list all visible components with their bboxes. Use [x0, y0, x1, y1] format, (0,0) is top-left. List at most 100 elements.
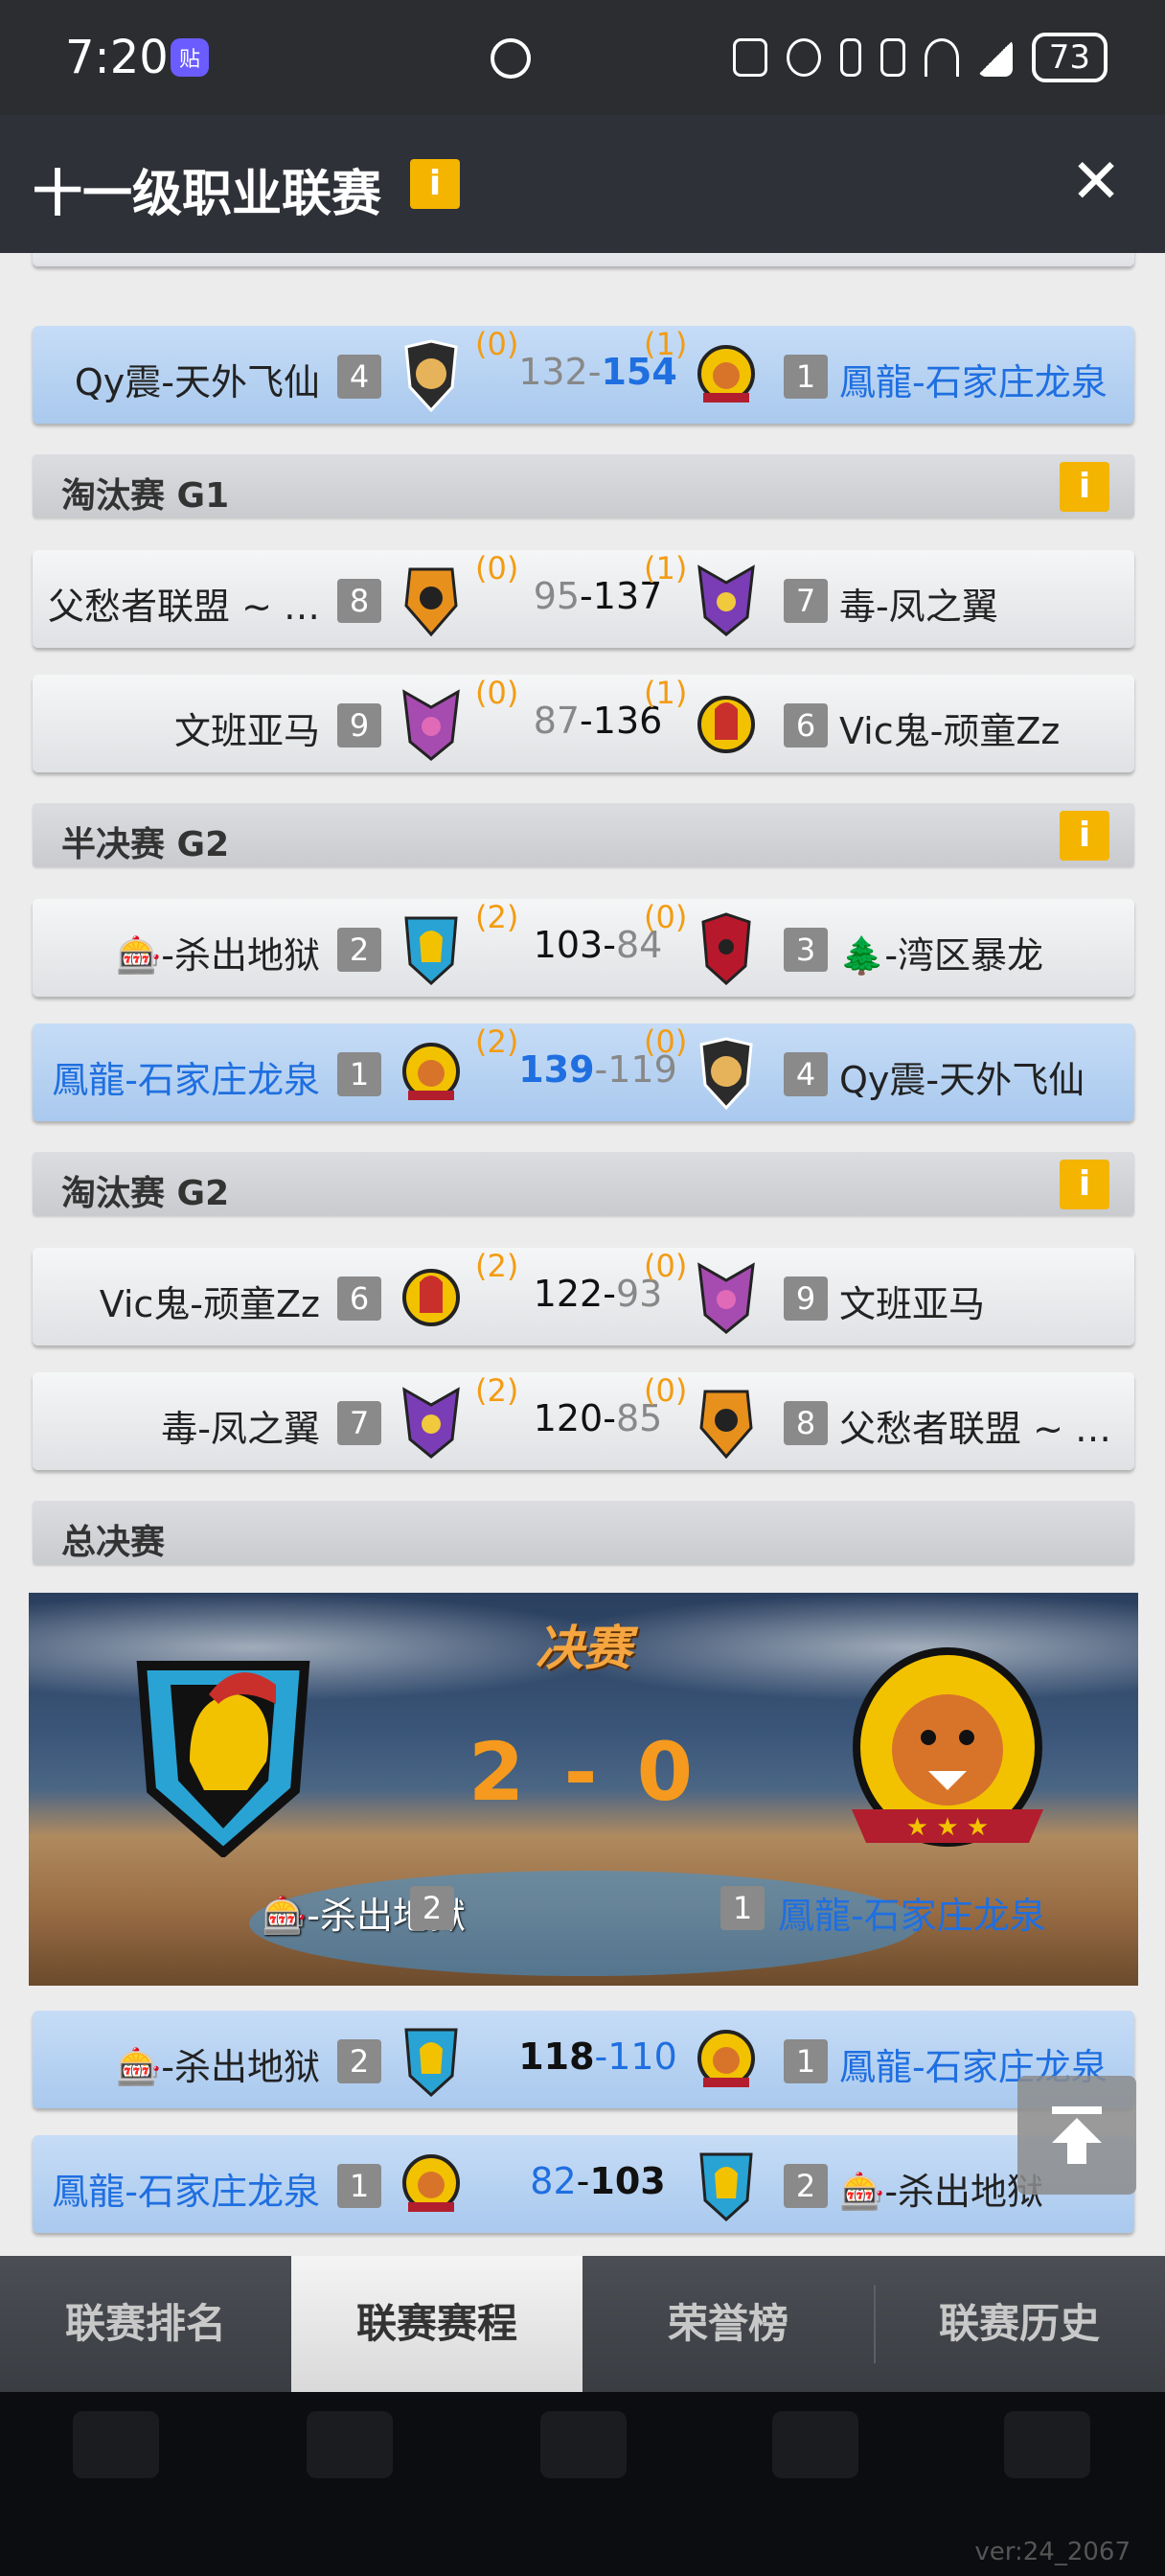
section-header-elim-g2: 淘汰赛 G2 i: [33, 1152, 1134, 1215]
match-row[interactable]: 鳳龍-石家庄龙泉 1 (2) 139-119 (0) 4 Qy震-天外飞仙: [33, 1024, 1134, 1121]
ghost-nav-icon: [540, 2411, 627, 2478]
finals-right-seed: 1: [720, 1886, 765, 1930]
right-team-name: 🎰-杀出地狱: [839, 2171, 1044, 2213]
left-score: 118: [518, 2036, 595, 2078]
left-score: 87: [533, 700, 581, 742]
left-score: 103: [533, 924, 604, 966]
schedule-list[interactable]: Qy震-天外飞仙 4 (0) 132-154 (1) 1 鳳龍-石家庄龙泉 淘汰…: [0, 253, 1165, 2256]
tab-honor-roll[interactable]: 荣誉榜: [582, 2256, 874, 2392]
right-score: 110: [607, 2036, 677, 2078]
right-series-wins: (0): [644, 1372, 688, 1409]
left-team-seed: 2: [337, 928, 381, 972]
ghost-nav-icon: [73, 2411, 159, 2478]
page-title: 十一级职业联赛: [33, 166, 382, 223]
bluetooth-icon: [839, 38, 861, 77]
section-info-button[interactable]: i: [1060, 811, 1109, 861]
left-score: 139: [518, 1048, 595, 1091]
right-team-seed: 8: [784, 1401, 828, 1445]
section-title: 淘汰赛 G1: [61, 476, 230, 516]
left-team-seed: 1: [337, 2164, 381, 2208]
close-button[interactable]: ✕: [1069, 151, 1123, 213]
right-team-name: 鳳龍-石家庄龙泉: [839, 361, 1108, 403]
left-team-seed: 8: [337, 579, 381, 623]
right-team-name: 毒-凤之翼: [839, 586, 998, 628]
tiger-team-logo-icon: ★ ★ ★: [852, 1647, 1043, 1847]
right-team-name: 文班亚马: [839, 1283, 986, 1325]
arrow-up-icon: [1052, 2106, 1102, 2164]
lion-team-logo-icon: [404, 567, 458, 636]
spartan-team-logo-icon: [697, 696, 755, 753]
lion-team-logo-icon: [699, 1390, 753, 1459]
match-row[interactable]: 🎰-杀出地狱 2 118-110 1 鳳龍-石家庄龙泉: [33, 2011, 1134, 2108]
scroll-to-top-button[interactable]: [1017, 2076, 1136, 2195]
left-team-name: Vic鬼-顽童Zz: [99, 1283, 320, 1325]
right-score: 103: [589, 2160, 666, 2202]
alarm-icon: [786, 38, 821, 77]
tab-league-ranking[interactable]: 联赛排名: [0, 2256, 291, 2392]
ghost-nav-icon: [1004, 2411, 1090, 2478]
finals-banner: 决赛 2 - 0 ★ ★ ★ 🎰-杀出地狱 2 1 鳳龍-石家庄龙泉: [29, 1593, 1138, 1986]
tab-league-history[interactable]: 联赛历史: [874, 2256, 1165, 2392]
left-score: 122: [533, 1273, 604, 1315]
section-info-button[interactable]: i: [1060, 1160, 1109, 1209]
section-title: 淘汰赛 G2: [61, 1174, 230, 1213]
right-series-wins: (0): [644, 899, 688, 935]
dragon-team-logo-icon: [697, 564, 755, 636]
match-row[interactable]: Qy震-天外飞仙 4 (0) 132-154 (1) 1 鳳龍-石家庄龙泉: [33, 326, 1134, 424]
match-row[interactable]: 文班亚马 9 (0) 87-136 (1) 6 Vic鬼-顽童Zz: [33, 675, 1134, 772]
vibrate-icon: [879, 38, 905, 77]
left-team-name: 文班亚马: [173, 710, 320, 752]
right-team-seed: 7: [784, 579, 828, 623]
section-header-grand-final: 总决赛: [33, 1501, 1134, 1564]
tab-league-schedule[interactable]: 联赛赛程: [291, 2256, 582, 2392]
signal-icon: [977, 38, 1013, 77]
right-team-name: Qy震-天外飞仙: [839, 1059, 1085, 1101]
left-team-name: Qy震-天外飞仙: [74, 361, 320, 403]
version-label: ver:24_2067: [974, 2538, 1131, 2566]
finals-left-seed: 2: [410, 1886, 454, 1930]
battery-indicator: 73: [1031, 33, 1108, 82]
spartan-shield-logo-icon: [404, 2028, 458, 2097]
section-header-elim-g1: 淘汰赛 G1 i: [33, 454, 1134, 518]
dragon-team-logo-icon: [402, 689, 460, 761]
left-team-name: 鳳龍-石家庄龙泉: [52, 1059, 320, 1101]
match-row[interactable]: 鳳龍-石家庄龙泉 1 82-103 2 🎰-杀出地狱: [33, 2135, 1134, 2233]
left-team-seed: 6: [337, 1276, 381, 1321]
finals-right-team: 鳳龍-石家庄龙泉: [778, 1895, 1046, 1937]
svg-text:★ ★ ★: ★ ★ ★: [906, 1813, 989, 1842]
tiger-team-logo-icon: [697, 2030, 755, 2087]
left-team-name: 🎰-杀出地狱: [115, 934, 320, 977]
right-team-seed: 2: [784, 2164, 828, 2208]
data-saver-icon: [491, 38, 531, 79]
right-team-seed: 9: [784, 1276, 828, 1321]
match-row[interactable]: Vic鬼-顽童Zz 6 (2) 122-93 (0) 9 文班亚马: [33, 1248, 1134, 1346]
right-series-wins: (0): [644, 1248, 688, 1284]
match-row[interactable]: 🎰-杀出地狱 2 (2) 103-84 (0) 3 🌲-湾区暴龙: [33, 899, 1134, 997]
left-team-name: 鳳龍-石家庄龙泉: [52, 2171, 320, 2213]
spartan-shield-logo-icon: [404, 916, 458, 985]
app-header: 十一级职业联赛 ✕: [0, 115, 1165, 253]
left-team-name: 🎰-杀出地狱: [115, 2046, 320, 2088]
section-header-semi-g2: 半决赛 G2 i: [33, 803, 1134, 866]
status-time: 7:20: [65, 31, 169, 84]
status-icons: 73: [732, 33, 1108, 82]
right-team-name: 🌲-湾区暴龙: [839, 934, 1044, 977]
section-info-button[interactable]: i: [1060, 462, 1109, 512]
match-row[interactable]: 父愁者联盟 ~ … 8 (0) 95-137 (1) 7 毒-凤之翼: [33, 550, 1134, 648]
left-team-seed: 7: [337, 1401, 381, 1445]
right-team-name: Vic鬼-顽童Zz: [839, 710, 1061, 752]
left-score: 132: [518, 351, 588, 393]
match-row[interactable]: 毒-凤之翼 7 (2) 120-85 (0) 8 父愁者联盟 ~ …: [33, 1372, 1134, 1470]
right-series-wins: (0): [644, 1024, 688, 1060]
left-team-seed: 4: [337, 355, 381, 399]
right-team-name: 父愁者联盟 ~ …: [839, 1408, 1111, 1450]
wifi-icon: [924, 38, 959, 77]
tiger-team-logo-icon: [402, 2154, 460, 2212]
right-team-seed: 3: [784, 928, 828, 972]
section-title: 总决赛: [61, 1523, 166, 1562]
status-bar: 7:20 贴 73: [0, 0, 1165, 115]
right-team-seed: 1: [784, 355, 828, 399]
notification-app-icon: 贴: [171, 38, 209, 77]
section-title: 半决赛 G2: [61, 825, 230, 864]
league-info-button[interactable]: i: [410, 159, 460, 209]
